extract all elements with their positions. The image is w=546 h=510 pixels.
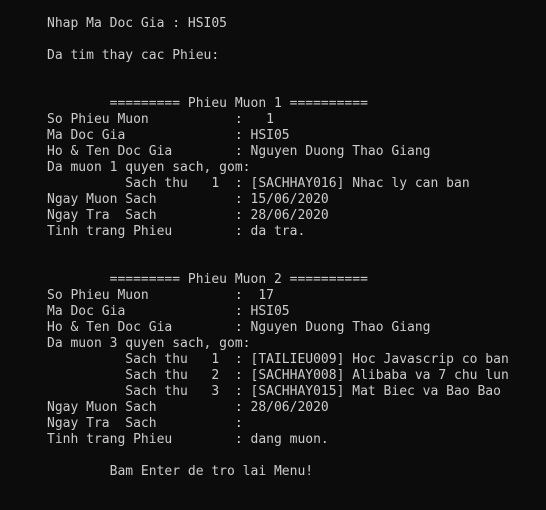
slip-1-return-date: Ngay Tra Sach : 28/06/2020 [47, 208, 329, 223]
slip-2-books-intro: Da muon 3 quyen sach, gom: [47, 336, 251, 351]
found-slips-message: Da tim thay cac Phieu: [47, 48, 220, 63]
slip-2-return-date: Ngay Tra Sach : [47, 416, 243, 431]
slip-1-header: ========= Phieu Muon 1 ========== [47, 96, 368, 111]
return-to-menu-prompt: Bam Enter de tro lai Menu! [47, 464, 314, 479]
slip-2-book-3: Sach thu 3 : [SACHHAY015] Mat Biec va Ba… [47, 384, 501, 399]
slip-1-number: So Phieu Muon : 1 [47, 112, 274, 127]
slip-1-reader-name: Ho & Ten Doc Gia : Nguyen Duong Thao Gia… [47, 144, 431, 159]
reader-id-prompt: Nhap Ma Doc Gia : HSI05 [47, 16, 228, 31]
slip-1-borrow-date: Ngay Muon Sach : 15/06/2020 [47, 192, 329, 207]
slip-2-book-2: Sach thu 2 : [SACHHAY008] Alibaba va 7 c… [47, 368, 509, 383]
slip-2-reader-id: Ma Doc Gia : HSI05 [47, 304, 290, 319]
slip-2-reader-name: Ho & Ten Doc Gia : Nguyen Duong Thao Gia… [47, 320, 431, 335]
slip-2-number: So Phieu Muon : 17 [47, 288, 274, 303]
slip-2-header: ========= Phieu Muon 2 ========== [47, 272, 368, 287]
slip-1-books-intro: Da muon 1 quyen sach, gom: [47, 160, 251, 175]
console-window[interactable]: Nhap Ma Doc Gia : HSI05 Da tim thay cac … [0, 0, 546, 510]
slip-2-status: Tinh trang Phieu : dang muon. [47, 432, 329, 447]
slip-2-book-1: Sach thu 1 : [TAILIEU009] Hoc Javascrip … [47, 352, 509, 367]
slip-1-status: Tinh trang Phieu : da tra. [47, 224, 306, 239]
slip-2-borrow-date: Ngay Muon Sach : 28/06/2020 [47, 400, 329, 415]
slip-1-book-1: Sach thu 1 : [SACHHAY016] Nhac ly can ba… [47, 176, 470, 191]
slip-1-reader-id: Ma Doc Gia : HSI05 [47, 128, 290, 143]
